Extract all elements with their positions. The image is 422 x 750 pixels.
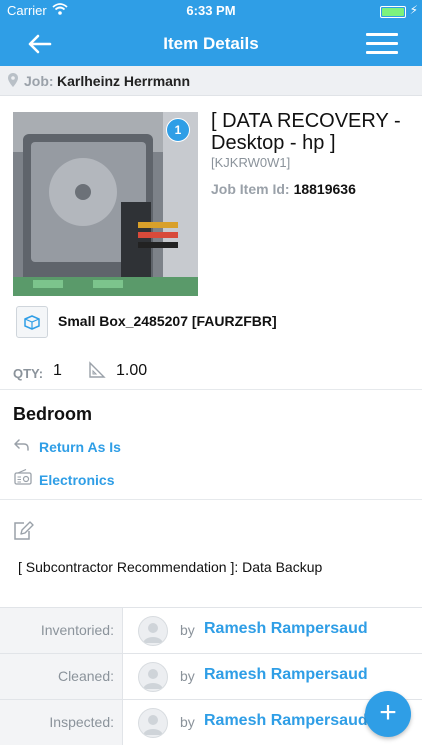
add-button[interactable]: + xyxy=(365,691,411,737)
status-label: Inspected: xyxy=(49,714,114,730)
box-label[interactable]: Small Box_2485207 [FAURZFBR] xyxy=(58,313,277,329)
qty-label: QTY: xyxy=(13,366,44,381)
status-label: Inventoried: xyxy=(40,622,114,638)
by-label: by xyxy=(180,714,195,730)
status-bar: Carrier 6:33 PM ⚡ xyxy=(0,0,422,22)
page-title: Item Details xyxy=(163,34,259,53)
user-name[interactable]: Ramesh Rampersaud xyxy=(204,712,368,730)
clock: 6:33 PM xyxy=(186,3,236,18)
user-name[interactable]: Ramesh Rampersaud xyxy=(204,666,368,684)
by-label: by xyxy=(180,622,195,638)
category-link[interactable]: Electronics xyxy=(14,468,115,488)
box-icon xyxy=(16,306,48,338)
job-bar: Job: Karlheinz Herrmann xyxy=(0,66,422,96)
disposition-label: Return As Is xyxy=(39,439,121,455)
note-text: [ Subcontractor Recommendation ]: Data B… xyxy=(18,559,323,575)
status-table: Inventoried: by Ramesh Rampersaud Cleane… xyxy=(0,607,422,745)
radio-electronics-icon xyxy=(14,468,34,488)
divider xyxy=(0,499,422,500)
edit-note-icon[interactable] xyxy=(12,520,34,542)
avatar xyxy=(138,662,168,692)
divider xyxy=(0,389,422,390)
hamburger-menu-icon[interactable] xyxy=(366,33,398,55)
status-label-cell: Inspected: xyxy=(0,700,123,745)
job-item-id: Job Item Id: 18819636 xyxy=(211,181,356,197)
battery-icon xyxy=(380,6,406,18)
status-label-cell: Cleaned: xyxy=(0,654,123,699)
item-photo[interactable]: 1 xyxy=(13,112,198,296)
status-label-cell: Inventoried: xyxy=(0,608,123,653)
by-label: by xyxy=(180,668,195,684)
qty-value: 1 xyxy=(53,362,62,379)
job-name: Karlheinz Herrmann xyxy=(57,73,191,89)
photo-count-badge: 1 xyxy=(166,118,190,142)
avatar xyxy=(138,708,168,738)
job-item-id-label: Job Item Id: xyxy=(211,181,290,197)
job-item-id-value: 18819636 xyxy=(293,181,356,197)
room-name: Bedroom xyxy=(13,404,93,424)
status-row-inventoried: Inventoried: by Ramesh Rampersaud xyxy=(0,607,422,653)
item-title: [ DATA RECOVERY - Desktop - hp ] xyxy=(211,110,401,154)
return-arrow-icon xyxy=(14,438,34,455)
category-label: Electronics xyxy=(39,472,115,488)
status-row-inspected: Inspected: by Ramesh Rampersaud xyxy=(0,699,422,745)
area-value: 1.00 xyxy=(116,362,148,379)
charging-icon: ⚡ xyxy=(409,3,418,17)
status-row-cleaned: Cleaned: by Ramesh Rampersaud xyxy=(0,653,422,699)
job-label: Job: xyxy=(24,73,54,89)
item-sku: [KJKRW0W1] xyxy=(211,155,291,170)
location-pin-icon xyxy=(8,73,18,90)
user-name[interactable]: Ramesh Rampersaud xyxy=(204,620,368,638)
ruler-triangle-icon xyxy=(88,361,106,379)
avatar xyxy=(138,616,168,646)
disposition-link[interactable]: Return As Is xyxy=(14,438,121,455)
navigation-bar: Item Details xyxy=(0,22,422,66)
status-label: Cleaned: xyxy=(57,668,114,684)
